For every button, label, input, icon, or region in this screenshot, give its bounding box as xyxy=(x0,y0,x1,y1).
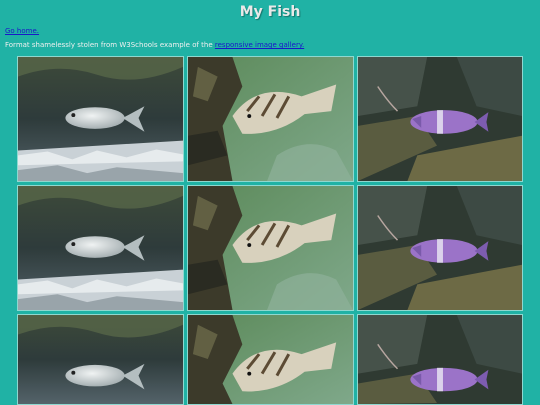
page-title: My Fish xyxy=(239,4,301,20)
gallery-image-silver-fish[interactable] xyxy=(17,185,184,311)
image-gallery xyxy=(17,56,525,405)
credit-text: Format shamelessly stolen from W3Schools… xyxy=(5,41,215,49)
gallery-image-triggerfish[interactable] xyxy=(187,314,354,405)
gallery-image-purple-wrasse[interactable] xyxy=(357,314,523,405)
gallery-image-purple-wrasse[interactable] xyxy=(357,56,523,182)
home-link[interactable]: Go home. xyxy=(5,27,39,35)
home-line: Go home. xyxy=(5,27,39,35)
gallery-source-link[interactable]: responsive image gallery. xyxy=(215,41,304,49)
gallery-image-silver-fish[interactable] xyxy=(17,56,184,182)
gallery-image-silver-fish[interactable] xyxy=(17,314,184,405)
gallery-image-triggerfish[interactable] xyxy=(187,185,354,311)
credit-line: Format shamelessly stolen from W3Schools… xyxy=(5,41,304,49)
gallery-image-triggerfish[interactable] xyxy=(187,56,354,182)
gallery-image-purple-wrasse[interactable] xyxy=(357,185,523,311)
